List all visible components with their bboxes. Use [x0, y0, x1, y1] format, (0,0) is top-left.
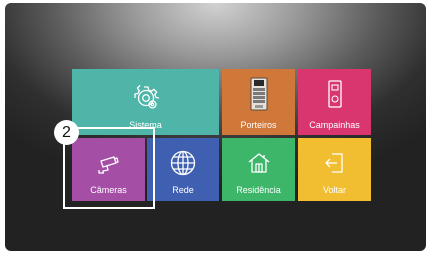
tile-rede-label: Rede [172, 185, 194, 195]
tile-voltar-label: Voltar [322, 185, 346, 195]
tile-residencia-label: Residência [236, 185, 281, 195]
tile-cameras[interactable]: Câmeras [72, 138, 145, 201]
step-number-badge: 2 [54, 120, 79, 145]
tile-sistema[interactable]: Sistema [72, 69, 219, 135]
house-icon [248, 153, 269, 173]
intercom-screen: Sistema Porteiros Campainhas Câmeras Red… [5, 3, 426, 251]
tile-porteiros[interactable]: Porteiros [222, 69, 295, 135]
camera-icon [97, 156, 119, 174]
tile-residencia[interactable]: Residência [222, 138, 295, 201]
tile-campainhas[interactable]: Campainhas [298, 69, 371, 135]
exit-icon [324, 153, 343, 173]
tile-rede[interactable]: Rede [147, 138, 219, 201]
tile-sistema-label: Sistema [129, 120, 162, 130]
doorbell-icon [327, 80, 342, 108]
globe-icon [170, 150, 196, 176]
tile-campainhas-label: Campainhas [309, 120, 360, 130]
gear-icon [133, 85, 159, 109]
tile-voltar[interactable]: Voltar [298, 138, 371, 201]
tile-cameras-label: Câmeras [90, 185, 127, 195]
tile-porteiros-label: Porteiros [240, 120, 277, 130]
door-panel-icon [250, 77, 267, 111]
